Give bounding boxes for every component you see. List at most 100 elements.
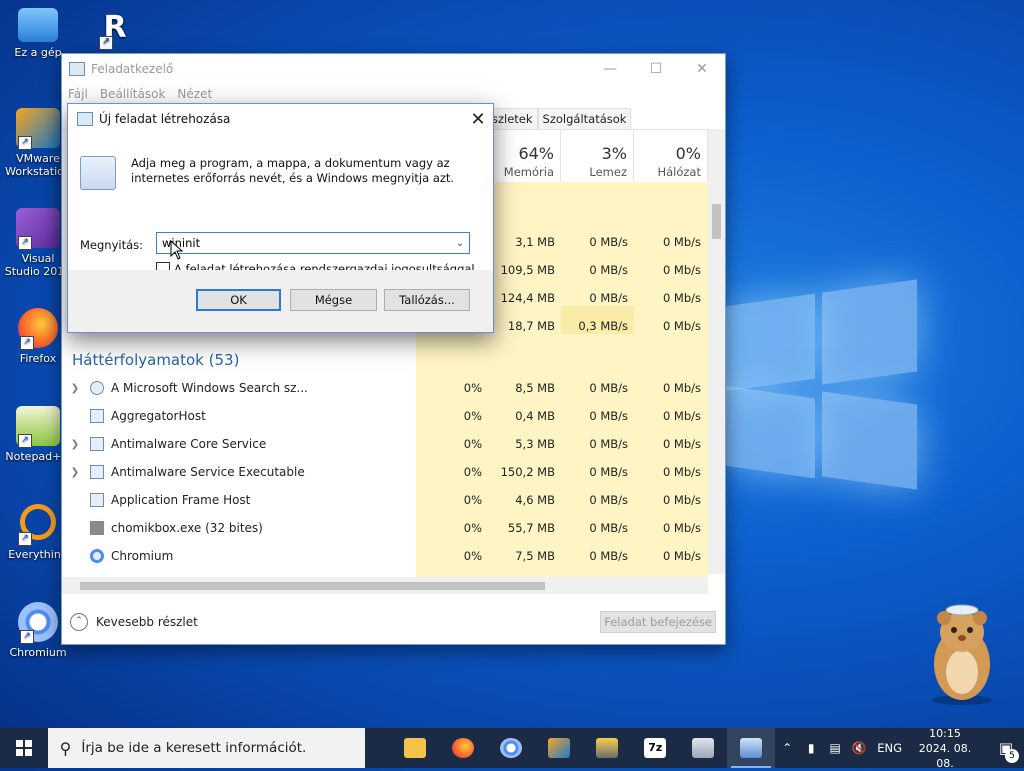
- clock[interactable]: 10:15 2024. 08. 08.: [912, 726, 978, 771]
- table-row[interactable]: ❯ A Microsoft Windows Search sz...: [62, 374, 416, 402]
- horizontal-scrollbar[interactable]: [62, 577, 708, 594]
- action-center-button[interactable]: ▣ 5: [988, 739, 1024, 763]
- run-icon: [80, 156, 116, 190]
- process-icon: [90, 465, 104, 479]
- table-row[interactable]: Chromium: [62, 542, 416, 570]
- background-processes-group[interactable]: Háttérfolyamatok (53): [72, 351, 239, 369]
- dialog-titlebar[interactable]: Új feladat létrehozása ✕: [68, 104, 493, 134]
- minimize-icon[interactable]: —: [587, 61, 633, 77]
- firefox-icon: ↗: [18, 308, 58, 350]
- taskbar-chromium[interactable]: [487, 728, 535, 768]
- taskbar-file-explorer[interactable]: [391, 728, 439, 768]
- chevron-right-icon[interactable]: ❯: [66, 439, 84, 450]
- end-task-button[interactable]: Feladat befejezése: [600, 611, 716, 633]
- table-row[interactable]: ❯ Antimalware Service Executable: [62, 458, 416, 486]
- task-manager-footer: ⌃ Kevesebb részlet Feladat befejezése: [62, 605, 725, 639]
- computer-icon: [18, 8, 58, 42]
- chomikbox-icon: [90, 521, 104, 535]
- taskbar-firefox[interactable]: [439, 728, 487, 768]
- ok-button[interactable]: OK: [196, 289, 281, 311]
- mouse-cursor-icon: [170, 240, 184, 260]
- taskbar: ⚲ Írja be ide a keresett információt. 7z…: [0, 726, 1024, 771]
- magnifier-icon: ↗: [16, 504, 60, 546]
- fewer-details-link[interactable]: Kevesebb részlet: [96, 615, 198, 629]
- notification-count: 5: [1005, 749, 1019, 763]
- task-manager-icon: [69, 62, 85, 76]
- process-icon: [90, 437, 104, 451]
- notepad-plus-plus-icon: ↗: [16, 406, 60, 448]
- taskbar-task-manager[interactable]: [727, 728, 776, 768]
- chromium-icon: [500, 738, 523, 758]
- scrollbar-thumb[interactable]: [712, 204, 721, 239]
- device-icon[interactable]: ▮: [799, 741, 823, 755]
- table-row[interactable]: chomikbox.exe (32 bites): [62, 514, 416, 542]
- table-row[interactable]: Application Frame Host: [62, 486, 416, 514]
- tab-services[interactable]: Szolgáltatások: [537, 108, 632, 129]
- tab-details[interactable]: szletek: [487, 108, 538, 129]
- dialog-title: Új feladat létrehozása: [99, 112, 231, 126]
- open-combobox[interactable]: ⌄: [156, 232, 470, 254]
- chevron-down-icon[interactable]: ⌄: [451, 238, 469, 249]
- process-icon: [90, 493, 104, 507]
- vertical-scrollbar[interactable]: [708, 129, 725, 574]
- taskbar-app[interactable]: [679, 728, 727, 768]
- chevron-up-icon[interactable]: ⌃: [775, 741, 799, 755]
- taskbar-vmware[interactable]: [535, 728, 583, 768]
- column-header-memory[interactable]: 64% Memória: [488, 130, 561, 182]
- hamster-mascot-icon: [932, 604, 992, 705]
- column-header-network[interactable]: 0% Hálózat: [634, 130, 708, 182]
- search-service-icon: [90, 381, 104, 395]
- cancel-button[interactable]: Mégse: [290, 289, 377, 311]
- task-manager-icon: [77, 112, 93, 126]
- 7zip-icon: 7z: [644, 738, 667, 758]
- vmware-icon: ↗: [16, 108, 60, 150]
- volume-muted-icon[interactable]: 🔇: [847, 741, 871, 755]
- language-indicator[interactable]: ENG: [877, 741, 902, 755]
- close-icon[interactable]: ✕: [463, 109, 493, 130]
- chevron-up-icon[interactable]: ⌃: [70, 613, 88, 631]
- clock-date: 2024. 08. 08.: [918, 741, 972, 770]
- folder-icon: [404, 738, 427, 758]
- task-manager-tabs: szletek Szolgáltatások: [487, 108, 632, 129]
- vmware-icon: [548, 738, 571, 758]
- visual-studio-icon: ↗: [16, 208, 60, 250]
- system-tray: ⌃ ▮ ▤ 🔇 ENG 10:15 2024. 08. 08. ▣ 5: [775, 726, 1024, 771]
- search-placeholder: Írja be ide a keresett információt.: [81, 740, 307, 756]
- menu-options[interactable]: Beállítások: [100, 87, 166, 101]
- menu-view[interactable]: Nézet: [177, 87, 212, 101]
- firefox-icon: [452, 738, 475, 758]
- task-manager-menubar: Fájl Beállítások Nézet: [62, 84, 725, 104]
- start-button[interactable]: [0, 728, 48, 768]
- chromium-icon: ↗: [18, 602, 58, 644]
- process-icon: [90, 409, 104, 423]
- vnc-icon: R ↗: [93, 8, 137, 50]
- chevron-right-icon[interactable]: ❯: [66, 383, 84, 394]
- bee-icon: [596, 738, 619, 758]
- dialog-button-bar: OK Mégse Tallózás...: [68, 270, 493, 332]
- menu-file[interactable]: Fájl: [68, 87, 88, 101]
- maximize-icon[interactable]: ☐: [633, 61, 679, 77]
- network-icon[interactable]: ▤: [823, 741, 847, 755]
- table-row[interactable]: AggregatorHost: [62, 402, 416, 430]
- windows-start-icon: [15, 740, 32, 756]
- dialog-description: Adja meg a program, a mappa, a dokumentu…: [131, 156, 455, 185]
- column-header-disk[interactable]: 3% Lemez: [561, 130, 634, 182]
- close-icon[interactable]: ✕: [679, 61, 725, 77]
- taskbar-search-box[interactable]: ⚲ Írja be ide a keresett információt.: [47, 728, 366, 768]
- task-manager-icon: [740, 738, 763, 758]
- scrollbar-thumb[interactable]: [80, 582, 545, 590]
- desktop-icon-rvnc[interactable]: R ↗: [80, 8, 150, 52]
- create-new-task-dialog: Új feladat létrehozása ✕ Adja meg a prog…: [67, 103, 494, 333]
- task-manager-titlebar[interactable]: Feladatkezelő — ☐ ✕: [62, 54, 725, 84]
- chevron-right-icon[interactable]: ❯: [66, 467, 84, 478]
- open-input[interactable]: [157, 235, 451, 251]
- browse-button[interactable]: Tallózás...: [384, 289, 470, 311]
- taskbar-apps: 7z: [391, 728, 776, 768]
- search-icon: ⚲: [59, 738, 72, 758]
- desktop-icon-this-pc[interactable]: Ez a gép: [3, 8, 73, 59]
- taskbar-7zip[interactable]: 7z: [631, 728, 679, 768]
- taskbar-winrar[interactable]: [583, 728, 631, 768]
- monitor-icon: [692, 738, 715, 758]
- task-manager-title: Feladatkezelő: [91, 62, 174, 76]
- table-row[interactable]: ❯ Antimalware Core Service: [62, 430, 416, 458]
